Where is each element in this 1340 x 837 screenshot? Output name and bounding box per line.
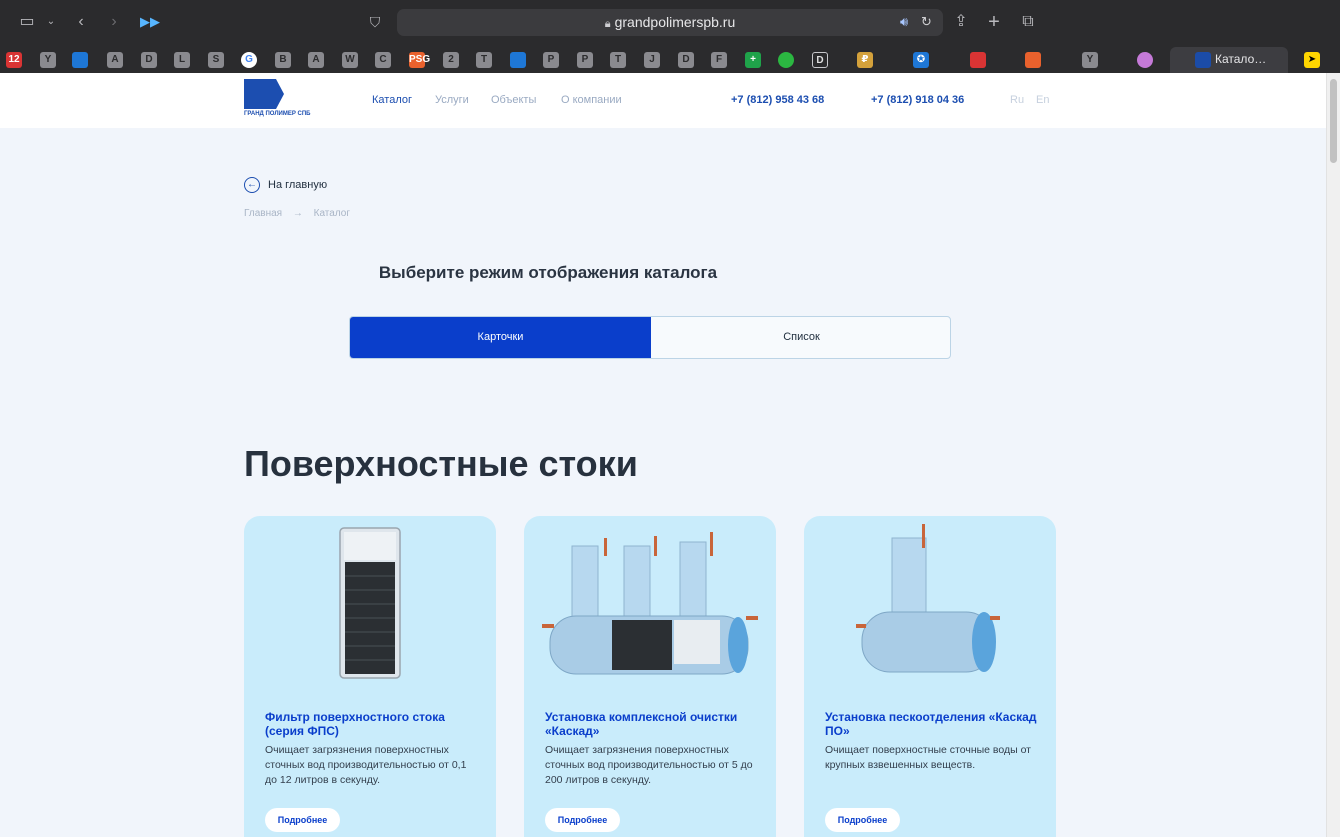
nav-objects[interactable]: Объекты (491, 94, 536, 106)
bookmark-icon[interactable]: ₽ (857, 52, 873, 68)
bookmark-icon[interactable] (778, 52, 794, 68)
telegram-icon[interactable]: ➤ (1304, 52, 1320, 68)
page-scrollbar[interactable] (1326, 73, 1340, 837)
sand-separator-product-image (856, 524, 1000, 673)
speaker-icon[interactable]: 🔊︎ (900, 14, 908, 30)
bookmark-icon[interactable]: W (342, 52, 358, 68)
back-arrow-icon[interactable]: ‹ (70, 11, 92, 33)
bookmark-icon[interactable] (970, 52, 986, 68)
bookmark-icon[interactable]: B (275, 52, 291, 68)
bookmark-icon[interactable]: + (745, 52, 761, 68)
logo-text: ГРАНД ПОЛИМЕР СПБ (244, 111, 311, 117)
card-description: Очищает поверхностные сточные воды от кр… (825, 744, 1031, 771)
bookmark-icon[interactable]: T (610, 52, 626, 68)
product-card[interactable]: Установка комплексной очистки «Каскад» О… (524, 516, 776, 837)
bookmark-icon[interactable]: A (107, 52, 123, 68)
logo-emblem-icon (244, 79, 284, 109)
bookmark-icon[interactable]: D (141, 52, 157, 68)
share-icon[interactable]: ⇪ (950, 11, 972, 33)
bookmark-icon[interactable]: 12 (6, 52, 22, 68)
bookmark-icon[interactable] (1025, 52, 1041, 68)
active-tab[interactable]: Катало… (1170, 47, 1288, 73)
bookmarks-bar: 12 Y A D L S G B A W C PSG 2 T P P T J D F + D ₽ ✪ Y (0, 47, 1340, 73)
extension-icon[interactable]: ▶▶ (139, 11, 161, 33)
bookmark-icon[interactable]: Y (1082, 52, 1098, 68)
lang-ru[interactable]: Ru (1010, 94, 1024, 106)
cards-mode-button[interactable]: Карточки (350, 317, 651, 358)
details-button[interactable]: Подробнее (825, 808, 900, 832)
card-title[interactable]: Установка комплексной очистки «Каскад» (545, 710, 760, 738)
bookmark-icon[interactable]: ✪ (913, 52, 929, 68)
forward-arrow-icon[interactable]: › (103, 11, 125, 33)
details-button[interactable]: Подробнее (545, 808, 620, 832)
cascade-product-image (542, 532, 758, 675)
bookmark-icon[interactable]: P (577, 52, 593, 68)
card-title[interactable]: Фильтр поверхностного стока (серия ФПС) (265, 710, 480, 738)
bookmark-icon[interactable]: A (308, 52, 324, 68)
card-description: Очищает загрязнения поверхностных сточны… (265, 744, 467, 786)
browser-chrome: ▭ ⌄ ‹ › ▶▶ ⛉ 🔒︎ grandpolimerspb.ru 🔊︎ ↻ ⇪… (0, 0, 1340, 73)
nav-services[interactable]: Услуги (435, 94, 469, 106)
bookmark-icon[interactable]: D (812, 52, 828, 68)
product-card[interactable]: Фильтр поверхностного стока (серия ФПС) … (244, 516, 496, 837)
browser-toolbar: ▭ ⌄ ‹ › ▶▶ ⛉ 🔒︎ grandpolimerspb.ru 🔊︎ ↻ ⇪… (0, 0, 1340, 44)
filter-product-image (339, 527, 401, 679)
lang-en[interactable]: En (1036, 94, 1049, 106)
address-bar[interactable]: 🔒︎ grandpolimerspb.ru 🔊︎ ↻ (397, 9, 943, 36)
site-logo[interactable]: ГРАНД ПОЛИМЕР СПБ (244, 79, 310, 119)
bookmark-icon[interactable]: S (208, 52, 224, 68)
scroll-thumb[interactable] (1330, 79, 1337, 163)
site-favicon-icon (1195, 52, 1211, 68)
bookmark-icon[interactable] (510, 52, 526, 68)
site-header: ГРАНД ПОЛИМЕР СПБ Каталог Услуги Объекты… (0, 73, 1326, 128)
mode-title: Выберите режим отображения каталога (378, 263, 718, 282)
phone-2[interactable]: +7 (812) 918 04 36 (871, 94, 964, 106)
bookmark-icon[interactable]: C (375, 52, 391, 68)
breadcrumb-home[interactable]: Главная (244, 208, 282, 219)
tabs-overview-icon[interactable]: ⧉ (1017, 11, 1039, 33)
nav-catalog[interactable]: Каталог (372, 94, 412, 106)
bookmark-icon[interactable]: PSG (409, 52, 430, 68)
active-tab-label: Катало… (1215, 52, 1267, 66)
sidebar-toggle-icon[interactable]: ▭ (16, 11, 38, 33)
back-link-label: На главную (268, 179, 328, 191)
breadcrumb-separator: → (292, 208, 303, 219)
breadcrumb: Главная → Каталог (244, 208, 358, 219)
bookmark-icon[interactable] (1137, 52, 1153, 68)
product-card[interactable]: Установка пескоотделения «Каскад ПО» Очи… (804, 516, 1056, 837)
bookmark-icon[interactable]: D (678, 52, 694, 68)
url-text: grandpolimerspb.ru (614, 14, 736, 30)
nav-about[interactable]: О компании (561, 94, 622, 106)
bookmark-icon[interactable] (72, 52, 88, 68)
card-title[interactable]: Установка пескоотделения «Каскад ПО» (825, 710, 1040, 738)
bookmark-icon[interactable]: Y (40, 52, 56, 68)
bookmark-icon[interactable]: L (174, 52, 190, 68)
breadcrumb-current: Каталог (313, 208, 350, 219)
back-link[interactable]: ← На главную (244, 177, 327, 193)
phone-1[interactable]: +7 (812) 958 43 68 (731, 94, 824, 106)
bookmark-icon[interactable]: J (644, 52, 660, 68)
reload-icon[interactable]: ↻ (921, 14, 932, 30)
list-mode-button[interactable]: Список (651, 317, 950, 358)
bookmark-icon[interactable]: F (711, 52, 727, 68)
shield-icon[interactable]: ⛉ (364, 11, 386, 33)
arrow-left-circle-icon: ← (244, 177, 260, 193)
new-tab-icon[interactable]: + (983, 11, 1005, 33)
view-mode-toggle: Карточки Список (349, 316, 951, 359)
card-description: Очищает загрязнения поверхностных сточны… (545, 744, 753, 786)
bookmark-icon[interactable]: G (241, 52, 257, 68)
chevron-down-icon[interactable]: ⌄ (40, 11, 62, 33)
bookmark-icon[interactable]: 2 (443, 52, 459, 68)
bookmark-icon[interactable]: T (476, 52, 492, 68)
bookmark-icon[interactable]: P (543, 52, 559, 68)
section-title: Поверхностные стоки (244, 443, 638, 484)
details-button[interactable]: Подробнее (265, 808, 340, 832)
lock-icon: 🔒︎ (604, 18, 611, 30)
